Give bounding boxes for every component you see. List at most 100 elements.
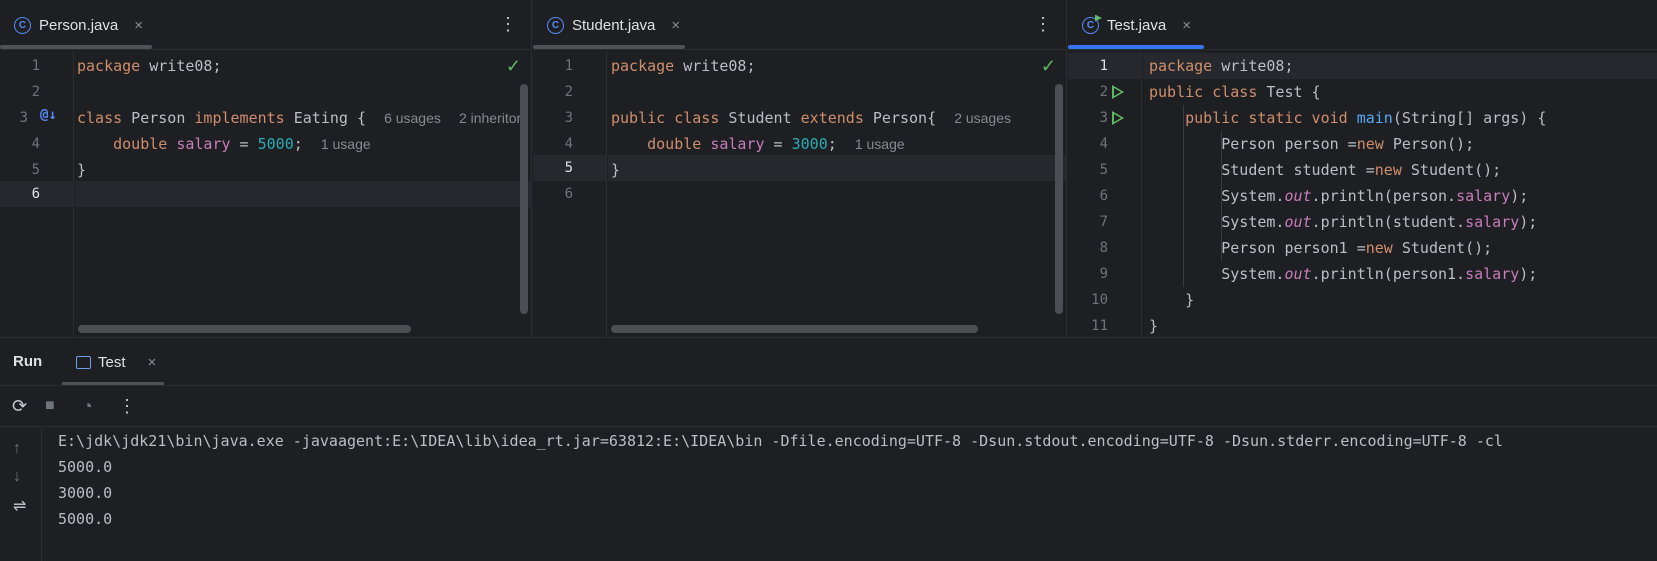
line-number: 5 xyxy=(1099,162,1108,178)
class-icon: C xyxy=(547,16,564,34)
console-line: 3000.0 xyxy=(58,484,113,502)
editor-tabbar: C Person.java × ⋮ xyxy=(0,0,531,50)
code-line: public static void main(String[] args) { xyxy=(1185,109,1547,127)
run-gutter-icon[interactable] xyxy=(1112,85,1124,99)
tab-indicator xyxy=(533,45,685,49)
line-gutter: 1 2 3 @↓ 4 5 6 xyxy=(0,51,74,337)
rerun-icon[interactable]: ⟳ xyxy=(12,396,27,417)
line-number: 11 xyxy=(1091,318,1108,334)
tab-person-java[interactable]: C Person.java × xyxy=(0,0,143,50)
code-line: double salary = 3000; 1 usage xyxy=(647,135,905,153)
more-options-button[interactable]: ⋮ xyxy=(1034,14,1052,34)
line-number: 6 xyxy=(31,186,40,202)
run-title: Run xyxy=(13,353,43,370)
line-number: 10 xyxy=(1091,292,1108,308)
code-line: Person person =new Person(); xyxy=(1149,135,1475,153)
inheritors-hint[interactable]: 2 inheritors xyxy=(459,110,528,126)
tab-indicator xyxy=(0,45,152,49)
usages-hint[interactable]: 1 usage xyxy=(321,136,371,152)
active-tab-indicator xyxy=(1068,45,1204,49)
close-tab-icon[interactable]: × xyxy=(134,17,143,34)
run-header: Run Test × xyxy=(0,338,1657,386)
line-number: 1 xyxy=(31,58,40,74)
more-options-icon[interactable]: ⋮ xyxy=(118,396,136,417)
implemented-gutter-icon[interactable]: @↓ xyxy=(40,107,57,123)
tab-label: Student.java xyxy=(572,16,656,34)
line-number: 1 xyxy=(1099,58,1108,74)
code-line: package write08; xyxy=(77,57,222,75)
console-line: 5000.0 xyxy=(58,510,113,528)
code-line: package write08; xyxy=(1149,57,1294,75)
line-number: 6 xyxy=(564,186,573,202)
code-area[interactable]: package write08; class Person implements… xyxy=(75,51,531,337)
console-window-icon xyxy=(76,355,91,369)
tab-student-java[interactable]: C Student.java × xyxy=(533,0,680,50)
line-number: 1 xyxy=(564,58,573,74)
vertical-scrollbar[interactable] xyxy=(1055,84,1063,314)
horizontal-scrollbar[interactable] xyxy=(611,325,978,333)
code-line: } xyxy=(77,161,87,179)
scroll-down-icon[interactable]: ↓ xyxy=(13,468,21,486)
usages-hint[interactable]: 2 usages xyxy=(954,110,1011,126)
run-tool-window: Run Test × ⟳ ■ ◔ ⋮ ↑ ↓ ⇌ E:\jdk\jdk21\bi… xyxy=(0,337,1657,561)
tab-label: Test.java xyxy=(1107,16,1167,34)
current-line-highlight xyxy=(75,181,531,207)
code-line: public class Test { xyxy=(1149,83,1321,101)
no-problems-check-icon[interactable]: ✓ xyxy=(1041,56,1056,77)
code-line: } xyxy=(1149,291,1195,309)
no-problems-check-icon[interactable]: ✓ xyxy=(506,56,521,77)
line-number: 7 xyxy=(1099,214,1108,230)
stop-icon[interactable]: ■ xyxy=(45,397,55,415)
editor-pane-student: C Student.java × ⋮ 1 2 3 4 5 6 package w… xyxy=(533,0,1067,337)
test-class-icon: C xyxy=(1082,16,1099,34)
usages-hint[interactable]: 6 usages xyxy=(384,110,441,126)
line-number: 2 xyxy=(564,84,573,100)
code-line: package write08; xyxy=(611,57,756,75)
horizontal-scrollbar[interactable] xyxy=(78,325,411,333)
close-tab-icon[interactable]: × xyxy=(671,17,680,34)
line-number: 4 xyxy=(1099,136,1108,152)
line-number: 6 xyxy=(1099,188,1108,204)
code-line: Student student =new Student(); xyxy=(1149,161,1502,179)
line-number: 9 xyxy=(1099,266,1108,282)
code-line: class Person implements Eating { 6 usage… xyxy=(77,109,529,127)
line-number: 4 xyxy=(31,136,40,152)
line-number: 5 xyxy=(31,162,40,178)
soft-wrap-icon[interactable]: ⇌ xyxy=(13,496,26,516)
run-tab-test[interactable]: Test × xyxy=(62,338,164,386)
line-number: 2 xyxy=(31,84,40,100)
class-icon: C xyxy=(14,16,31,34)
run-tab-label: Test xyxy=(98,353,126,371)
code-line: } xyxy=(611,161,621,179)
code-line: System.out.println(person1.salary); xyxy=(1149,265,1538,283)
scroll-up-icon[interactable]: ↑ xyxy=(13,440,21,458)
usages-hint[interactable]: 1 usage xyxy=(855,136,905,152)
close-tab-icon[interactable]: × xyxy=(148,354,157,371)
console-output[interactable]: E:\jdk\jdk21\bin\java.exe -javaagent:E:\… xyxy=(58,428,1657,561)
code-line: } xyxy=(1149,317,1159,335)
more-options-button[interactable]: ⋮ xyxy=(499,14,517,34)
code-area[interactable]: package write08; public class Student ex… xyxy=(608,51,1066,337)
console-side-toolbar: ↑ ↓ ⇌ xyxy=(0,428,42,561)
run-tab-indicator xyxy=(62,382,164,385)
tab-test-java[interactable]: C Test.java × xyxy=(1068,0,1191,50)
vertical-scrollbar[interactable] xyxy=(520,84,528,314)
editor-pane-test: C Test.java × 1 2 3 4 5 6 7 8 9 10 11 pa… xyxy=(1068,0,1657,337)
profiler-icon[interactable]: ◔ xyxy=(82,396,93,417)
line-number: 3 xyxy=(564,110,573,126)
line-gutter: 1 2 3 4 5 6 xyxy=(533,51,607,337)
editor-tabbar: C Student.java × ⋮ xyxy=(533,0,1066,50)
code-line: System.out.println(student.salary); xyxy=(1149,213,1538,231)
editor-tabbar: C Test.java × xyxy=(1068,0,1657,50)
line-gutter: 1 2 3 4 5 6 7 8 9 10 11 xyxy=(1068,51,1142,337)
run-toolbar: ⟳ ■ ◔ ⋮ xyxy=(0,387,1657,427)
code-line: System.out.println(person.salary); xyxy=(1149,187,1529,205)
run-gutter-icon[interactable] xyxy=(1112,111,1124,125)
line-number: 3 xyxy=(19,110,28,126)
line-number: 4 xyxy=(564,136,573,152)
line-number: 3 xyxy=(1099,110,1108,126)
code-line: double salary = 5000; 1 usage xyxy=(113,135,371,153)
code-area[interactable]: package write08; public class Test { pub… xyxy=(1143,51,1657,337)
tab-label: Person.java xyxy=(39,16,119,34)
close-tab-icon[interactable]: × xyxy=(1182,17,1191,34)
